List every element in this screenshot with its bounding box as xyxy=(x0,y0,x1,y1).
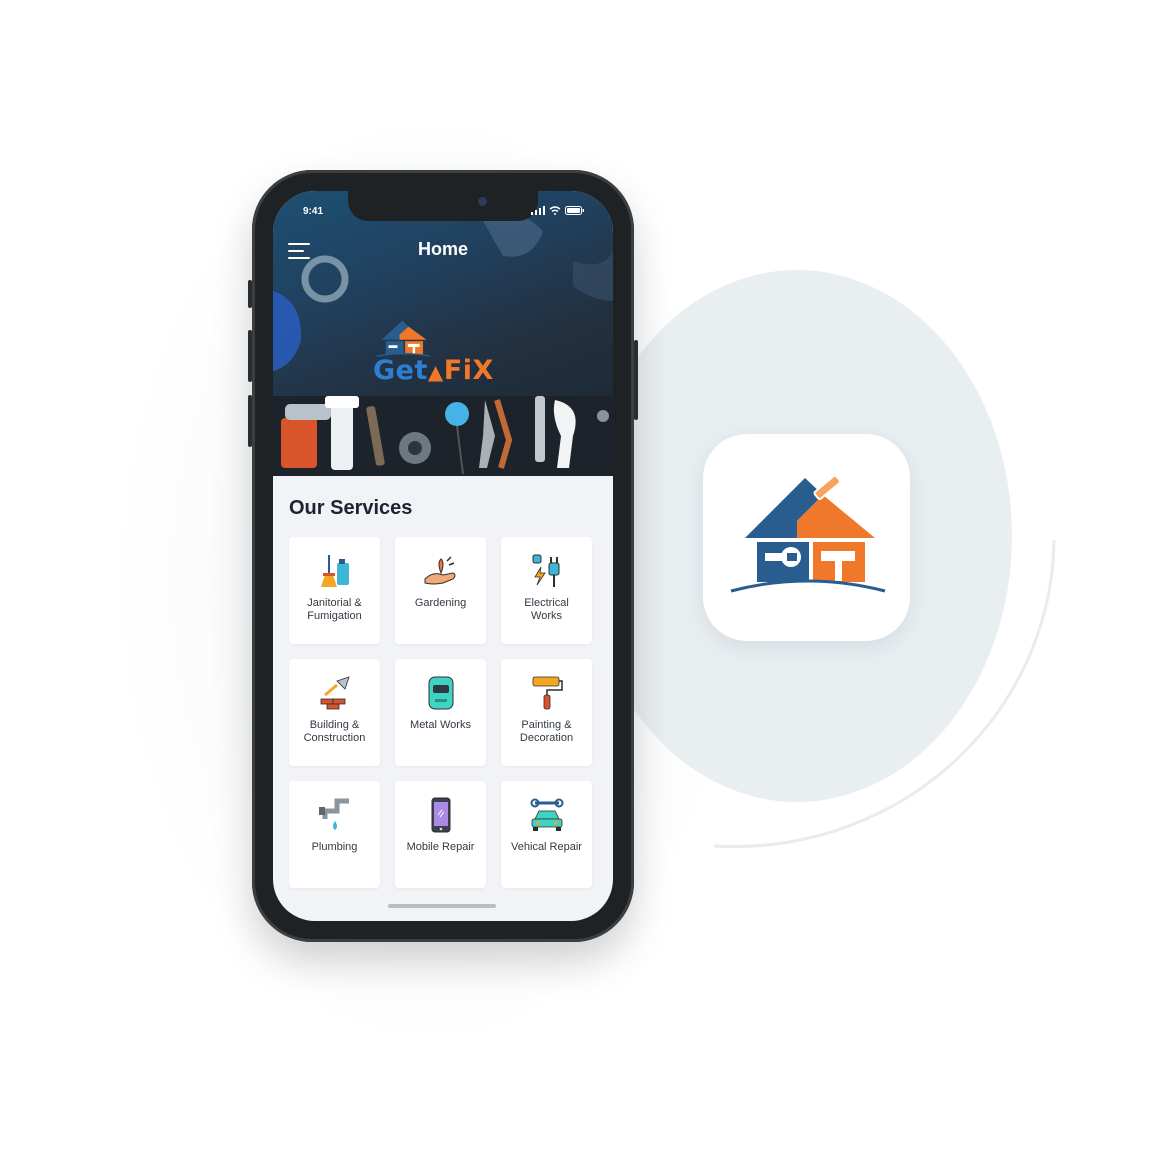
brand-a-icon: ▲ xyxy=(427,360,444,384)
service-label: Vehical Repair xyxy=(511,841,582,853)
welding-mask-icon xyxy=(428,676,453,710)
status-time: 9:41 xyxy=(303,206,324,217)
service-label: Painting & Decoration xyxy=(519,719,574,744)
smartphone-icon xyxy=(431,797,450,833)
service-card-janitorial[interactable]: Janitorial & Fumigation xyxy=(289,537,380,644)
service-label: Metal Works xyxy=(410,719,471,731)
page-title: Home xyxy=(417,239,468,259)
brand-get: Get xyxy=(373,355,428,386)
service-card-building[interactable]: Building & Construction xyxy=(289,659,380,766)
service-label: Plumbing xyxy=(311,841,358,853)
brand-wordmark: Get▲FiX xyxy=(373,355,494,386)
service-card-metal-works[interactable]: Metal Works xyxy=(395,659,486,766)
hero-banner: 9:41 Home Get▲FiX xyxy=(273,191,613,476)
tools-illustration xyxy=(273,396,613,476)
getafix-house-logo-icon xyxy=(730,474,885,592)
phone-frame: 9:41 Home Get▲FiX Our Services Janitoria… xyxy=(248,170,638,942)
front-camera xyxy=(478,197,487,206)
service-card-electrical[interactable]: Electrical Works xyxy=(501,537,592,644)
power-button xyxy=(634,340,638,420)
volume-up-button xyxy=(248,330,252,382)
service-card-plumbing[interactable]: Plumbing xyxy=(289,781,380,888)
volume-down-button xyxy=(248,395,252,447)
wifi-icon xyxy=(549,206,561,215)
service-label: Janitorial & Fumigation xyxy=(307,597,362,622)
car-wrench-icon xyxy=(530,798,563,831)
water-tap-icon xyxy=(318,798,349,830)
section-title: Our Services xyxy=(289,497,413,519)
signal-icon xyxy=(531,206,545,215)
service-label: Gardening xyxy=(414,597,467,609)
status-icons xyxy=(531,206,585,215)
trowel-bricks-icon xyxy=(320,676,350,710)
battery-icon xyxy=(565,206,584,215)
service-card-vehicle-repair[interactable]: Vehical Repair xyxy=(501,781,592,888)
phone-screen: 9:41 Home Get▲FiX Our Services Janitoria… xyxy=(273,191,613,921)
service-card-gardening[interactable]: Gardening xyxy=(395,537,486,644)
app-icon-tile[interactable] xyxy=(703,434,910,641)
service-card-painting[interactable]: Painting & Decoration xyxy=(501,659,592,766)
paint-roller-icon xyxy=(532,676,563,710)
home-indicator[interactable] xyxy=(388,904,496,908)
janitor-icon xyxy=(320,555,349,587)
service-label: Building & Construction xyxy=(303,719,366,744)
gardening-icon xyxy=(424,556,455,585)
electrical-plug-icon xyxy=(532,554,559,587)
service-card-mobile-repair[interactable]: Mobile Repair xyxy=(395,781,486,888)
brand-fix: FiX xyxy=(443,355,494,386)
hero-house-logo-icon xyxy=(376,320,431,357)
service-label: Electrical Works xyxy=(524,597,569,622)
mute-switch xyxy=(248,280,252,308)
service-label: Mobile Repair xyxy=(406,841,475,853)
services-grid: Janitorial & Fumigation Gardening Electr… xyxy=(289,537,593,888)
notch xyxy=(348,191,538,221)
